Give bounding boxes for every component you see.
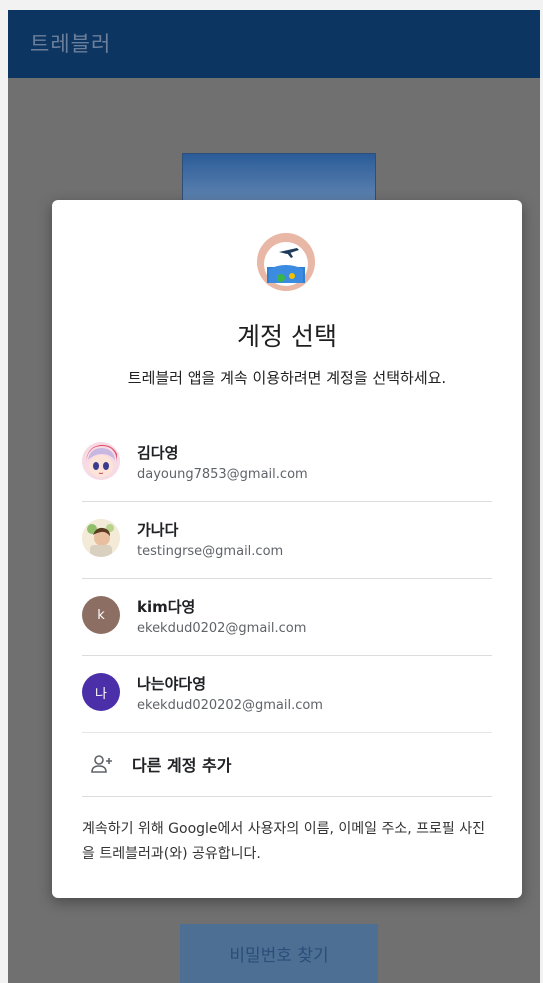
avatar xyxy=(82,519,120,557)
account-name: 나는야다영 xyxy=(137,675,207,693)
account-email: ekekdud0202@gmail.com xyxy=(137,621,307,636)
privacy-disclaimer: 계속하기 위해 Google에서 사용자의 이름, 이메일 주소, 프로필 사진… xyxy=(82,821,485,862)
account-item-2[interactable]: 가나다 testingrse@gmail.com xyxy=(82,502,492,579)
app-bar: 트레블러 xyxy=(8,10,540,78)
account-name: 가나다 xyxy=(137,521,179,539)
anime-avatar-icon xyxy=(82,442,120,480)
account-name: kim다영 xyxy=(137,598,196,616)
account-item-1[interactable]: 김다영 dayoung7853@gmail.com xyxy=(82,425,492,502)
app-logo xyxy=(257,233,315,291)
account-item-4[interactable]: 나 나는야다영 ekekdud020202@gmail.com xyxy=(82,656,492,733)
account-list: 김다영 dayoung7853@gmail.com 가나다 testingrse… xyxy=(82,425,492,733)
account-email: testingrse@gmail.com xyxy=(137,544,284,559)
account-email: dayoung7853@gmail.com xyxy=(137,467,308,482)
account-item-3[interactable]: k kim다영 ekekdud0202@gmail.com xyxy=(82,579,492,656)
avatar-letter: k xyxy=(82,596,120,634)
app-bar-title: 트레블러 xyxy=(30,32,112,56)
add-account-label: 다른 계정 추가 xyxy=(132,756,232,775)
avatar-letter: 나 xyxy=(82,673,120,711)
account-chooser-dialog: 계정 선택 트레블러 앱을 계속 이용하려면 계정을 선택하세요. 김다영 da… xyxy=(52,200,522,898)
avatar xyxy=(82,442,120,480)
add-account-button[interactable]: 다른 계정 추가 xyxy=(82,732,492,797)
dialog-title: 계정 선택 xyxy=(237,322,337,351)
airplane-globe-icon xyxy=(257,233,315,291)
find-password-button: 비밀번호 찾기 xyxy=(180,924,378,983)
add-person-icon xyxy=(91,755,112,773)
account-name: 김다영 xyxy=(137,444,179,462)
account-email: ekekdud020202@gmail.com xyxy=(137,698,323,713)
photo-avatar-icon xyxy=(82,519,120,557)
app-screen: 트레블러 비밀번호 찾기 계정 선택 트레블러 앱을 계속 이용하려면 계정을 … xyxy=(8,10,540,983)
dialog-subtitle: 트레블러 앱을 계속 이용하려면 계정을 선택하세요. xyxy=(127,369,447,387)
